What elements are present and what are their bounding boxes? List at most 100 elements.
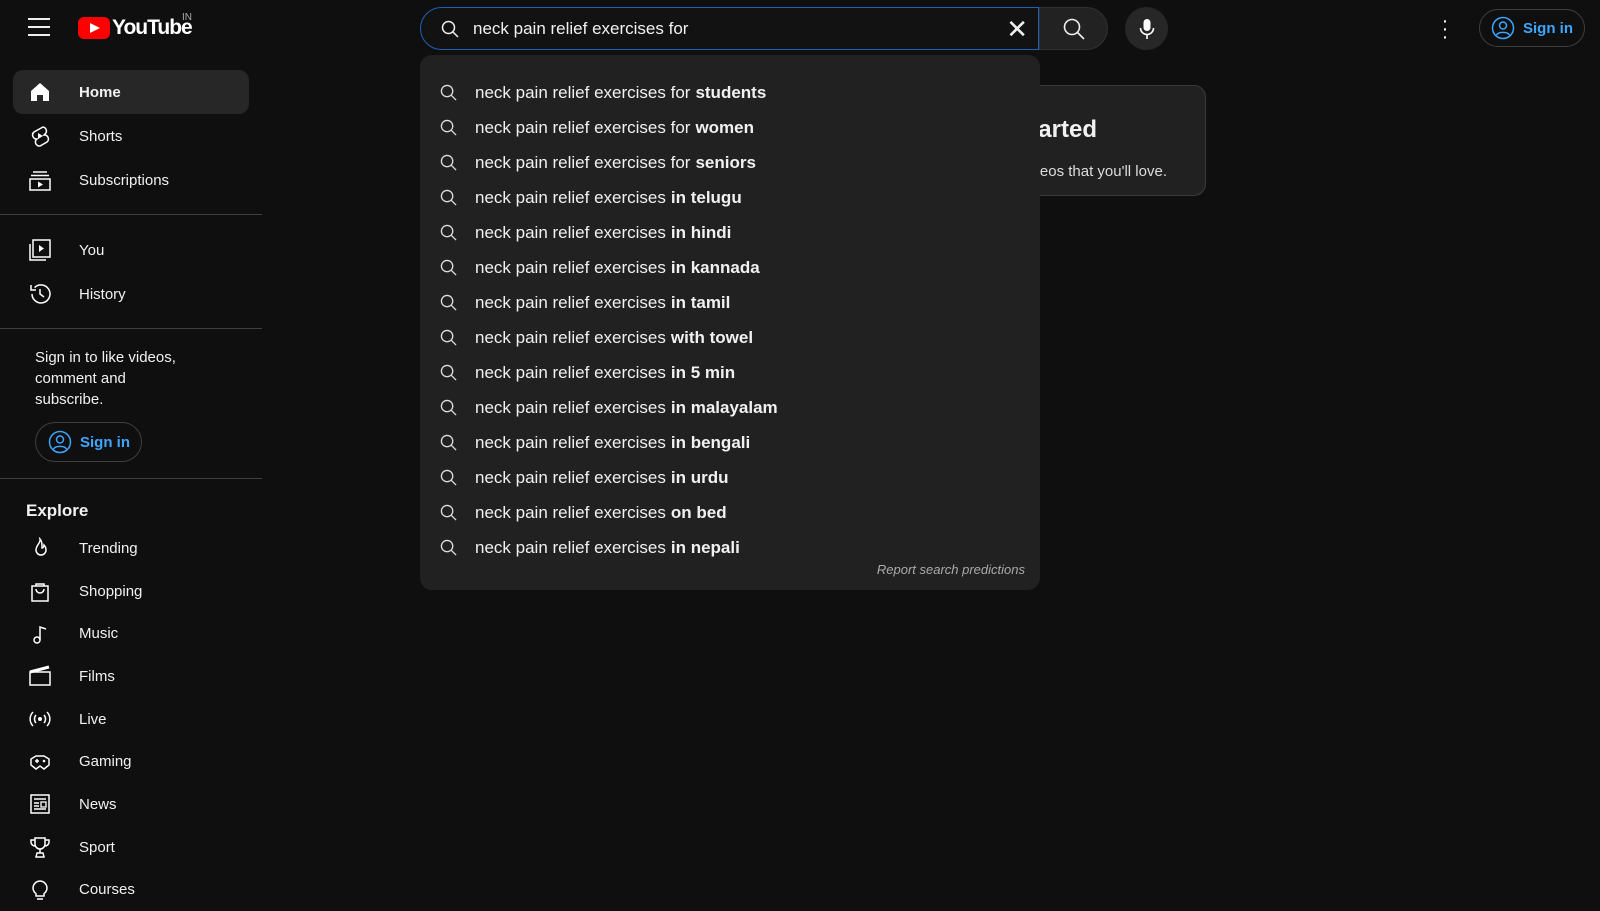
shorts-icon xyxy=(28,124,52,148)
suggestion-base: neck pain relief exercises xyxy=(475,468,666,488)
suggestion-base: neck pain relief exercises for xyxy=(475,153,690,173)
sidebar-item-films[interactable]: Films xyxy=(13,655,249,698)
search-input[interactable]: neck pain relief exercises for ✕ xyxy=(420,7,1039,50)
sidebar-item-label: Gaming xyxy=(79,753,132,770)
sidebar-item-news[interactable]: News xyxy=(13,783,249,826)
suggestion-base: neck pain relief exercises xyxy=(475,363,666,383)
search-icon xyxy=(440,329,457,346)
suggestion-item[interactable]: neck pain relief exercisesin bengali xyxy=(420,425,1040,460)
search-icon xyxy=(440,154,457,171)
sidebar-item-courses[interactable]: Courses xyxy=(13,869,249,911)
youtube-logo[interactable]: YouTube IN xyxy=(78,16,192,40)
sidebar-item-subscriptions[interactable]: Subscriptions xyxy=(13,158,249,202)
suggestion-item[interactable]: neck pain relief exercisesin nepali xyxy=(420,530,1040,565)
search-icon xyxy=(440,399,457,416)
more-options-icon[interactable]: ··· xyxy=(1440,17,1450,41)
suggestion-item[interactable]: neck pain relief exercisesin malayalam xyxy=(420,390,1040,425)
suggestion-base: neck pain relief exercises xyxy=(475,398,666,418)
suggestion-item[interactable]: neck pain relief exercises forwomen xyxy=(420,110,1040,145)
search-button[interactable] xyxy=(1039,7,1108,50)
account-icon xyxy=(48,430,72,454)
suggestion-item[interactable]: neck pain relief exercises forseniors xyxy=(420,145,1040,180)
suggestion-item[interactable]: neck pain relief exerciseswith towel xyxy=(420,320,1040,355)
sign-in-button[interactable]: Sign in xyxy=(1479,9,1585,47)
sidebar-sign-in-button[interactable]: Sign in xyxy=(35,422,142,462)
sidebar-item-shopping[interactable]: Shopping xyxy=(13,570,249,613)
sidebar-item-live[interactable]: Live xyxy=(13,698,249,741)
clear-search-icon[interactable]: ✕ xyxy=(1006,16,1028,42)
sidebar-item-label: News xyxy=(79,796,117,813)
sidebar-item-label: Music xyxy=(79,625,118,642)
sidebar-item-sport[interactable]: Sport xyxy=(13,826,249,869)
home-icon xyxy=(28,80,52,104)
sidebar-item-label: Shorts xyxy=(79,128,122,145)
suggestion-completion: with towel xyxy=(671,328,753,348)
search-icon xyxy=(440,469,457,486)
suggestion-item[interactable]: neck pain relief exercisesin hindi xyxy=(420,215,1040,250)
suggestion-base: neck pain relief exercises xyxy=(475,188,666,208)
suggestion-base: neck pain relief exercises xyxy=(475,258,666,278)
search-query[interactable]: neck pain relief exercises for xyxy=(473,19,688,39)
suggestion-base: neck pain relief exercises xyxy=(475,293,666,313)
top-bar: YouTube IN neck pain relief exercises fo… xyxy=(0,0,1600,56)
sidebar-item-label: Trending xyxy=(79,540,138,557)
suggestion-completion: in kannada xyxy=(671,258,760,278)
suggestion-item[interactable]: neck pain relief exercisesin urdu xyxy=(420,460,1040,495)
sidebar-item-trending[interactable]: Trending xyxy=(13,527,249,570)
search-icon xyxy=(440,364,457,381)
suggestion-completion: in telugu xyxy=(671,188,742,208)
sidebar-item-label: Shopping xyxy=(79,583,142,600)
search-icon xyxy=(440,434,457,451)
you-icon xyxy=(28,238,52,262)
films-icon xyxy=(28,664,52,688)
search-icon xyxy=(440,294,457,311)
sidebar-item-home[interactable]: Home xyxy=(13,70,249,114)
suggestion-completion: in tamil xyxy=(671,293,731,313)
search-suggestions-dropdown: neck pain relief exercises forstudentsne… xyxy=(420,55,1040,590)
voice-search-button[interactable] xyxy=(1125,7,1168,50)
suggestion-base: neck pain relief exercises for xyxy=(475,83,690,103)
suggestion-completion: seniors xyxy=(695,153,755,173)
suggestion-base: neck pain relief exercises xyxy=(475,503,666,523)
suggestion-item[interactable]: neck pain relief exerciseson bed xyxy=(420,495,1040,530)
trending-icon xyxy=(28,536,52,560)
sidebar-item-history[interactable]: History xyxy=(13,272,249,316)
sign-in-prompt: Sign in to like videos, comment and subs… xyxy=(0,329,230,410)
suggestion-completion: in 5 min xyxy=(671,363,735,383)
search-icon xyxy=(1063,18,1085,40)
suggestion-item[interactable]: neck pain relief exercisesin tamil xyxy=(420,285,1040,320)
courses-icon xyxy=(28,878,52,902)
suggestion-completion: in hindi xyxy=(671,223,731,243)
search-icon xyxy=(440,119,457,136)
suggestion-base: neck pain relief exercises xyxy=(475,433,666,453)
suggestion-completion: in nepali xyxy=(671,538,740,558)
menu-icon[interactable] xyxy=(28,18,50,36)
sidebar-item-label: You xyxy=(79,242,104,259)
sidebar-item-label: Home xyxy=(79,84,121,101)
sidebar-item-you[interactable]: You xyxy=(13,228,249,272)
explore-list: Trending Shopping Music Films Live Gaming News… xyxy=(0,527,262,911)
search-icon xyxy=(440,539,457,556)
region-label: IN xyxy=(182,12,192,23)
sidebar-item-gaming[interactable]: Gaming xyxy=(13,740,249,783)
sign-in-label: Sign in xyxy=(1523,20,1573,37)
sidebar-item-shorts[interactable]: Shorts xyxy=(13,114,249,158)
suggestion-item[interactable]: neck pain relief exercisesin telugu xyxy=(420,180,1040,215)
shopping-icon xyxy=(28,579,52,603)
report-predictions-link[interactable]: Report search predictions xyxy=(877,562,1025,577)
sidebar-item-music[interactable]: Music xyxy=(13,612,249,655)
suggestion-item[interactable]: neck pain relief exercisesin kannada xyxy=(420,250,1040,285)
sidebar: Home Shorts Subscriptions You History Si… xyxy=(0,56,262,911)
search-icon xyxy=(440,259,457,276)
sport-icon xyxy=(28,835,52,859)
sign-in-label: Sign in xyxy=(80,434,130,451)
suggestion-item[interactable]: neck pain relief exercises forstudents xyxy=(420,75,1040,110)
sidebar-item-label: Sport xyxy=(79,839,115,856)
suggestion-base: neck pain relief exercises xyxy=(475,538,666,558)
play-icon xyxy=(78,17,110,39)
gaming-icon xyxy=(28,750,52,774)
sidebar-item-label: Films xyxy=(79,668,115,685)
suggestion-completion: students xyxy=(695,83,766,103)
sidebar-item-label: Courses xyxy=(79,881,135,898)
suggestion-item[interactable]: neck pain relief exercisesin 5 min xyxy=(420,355,1040,390)
